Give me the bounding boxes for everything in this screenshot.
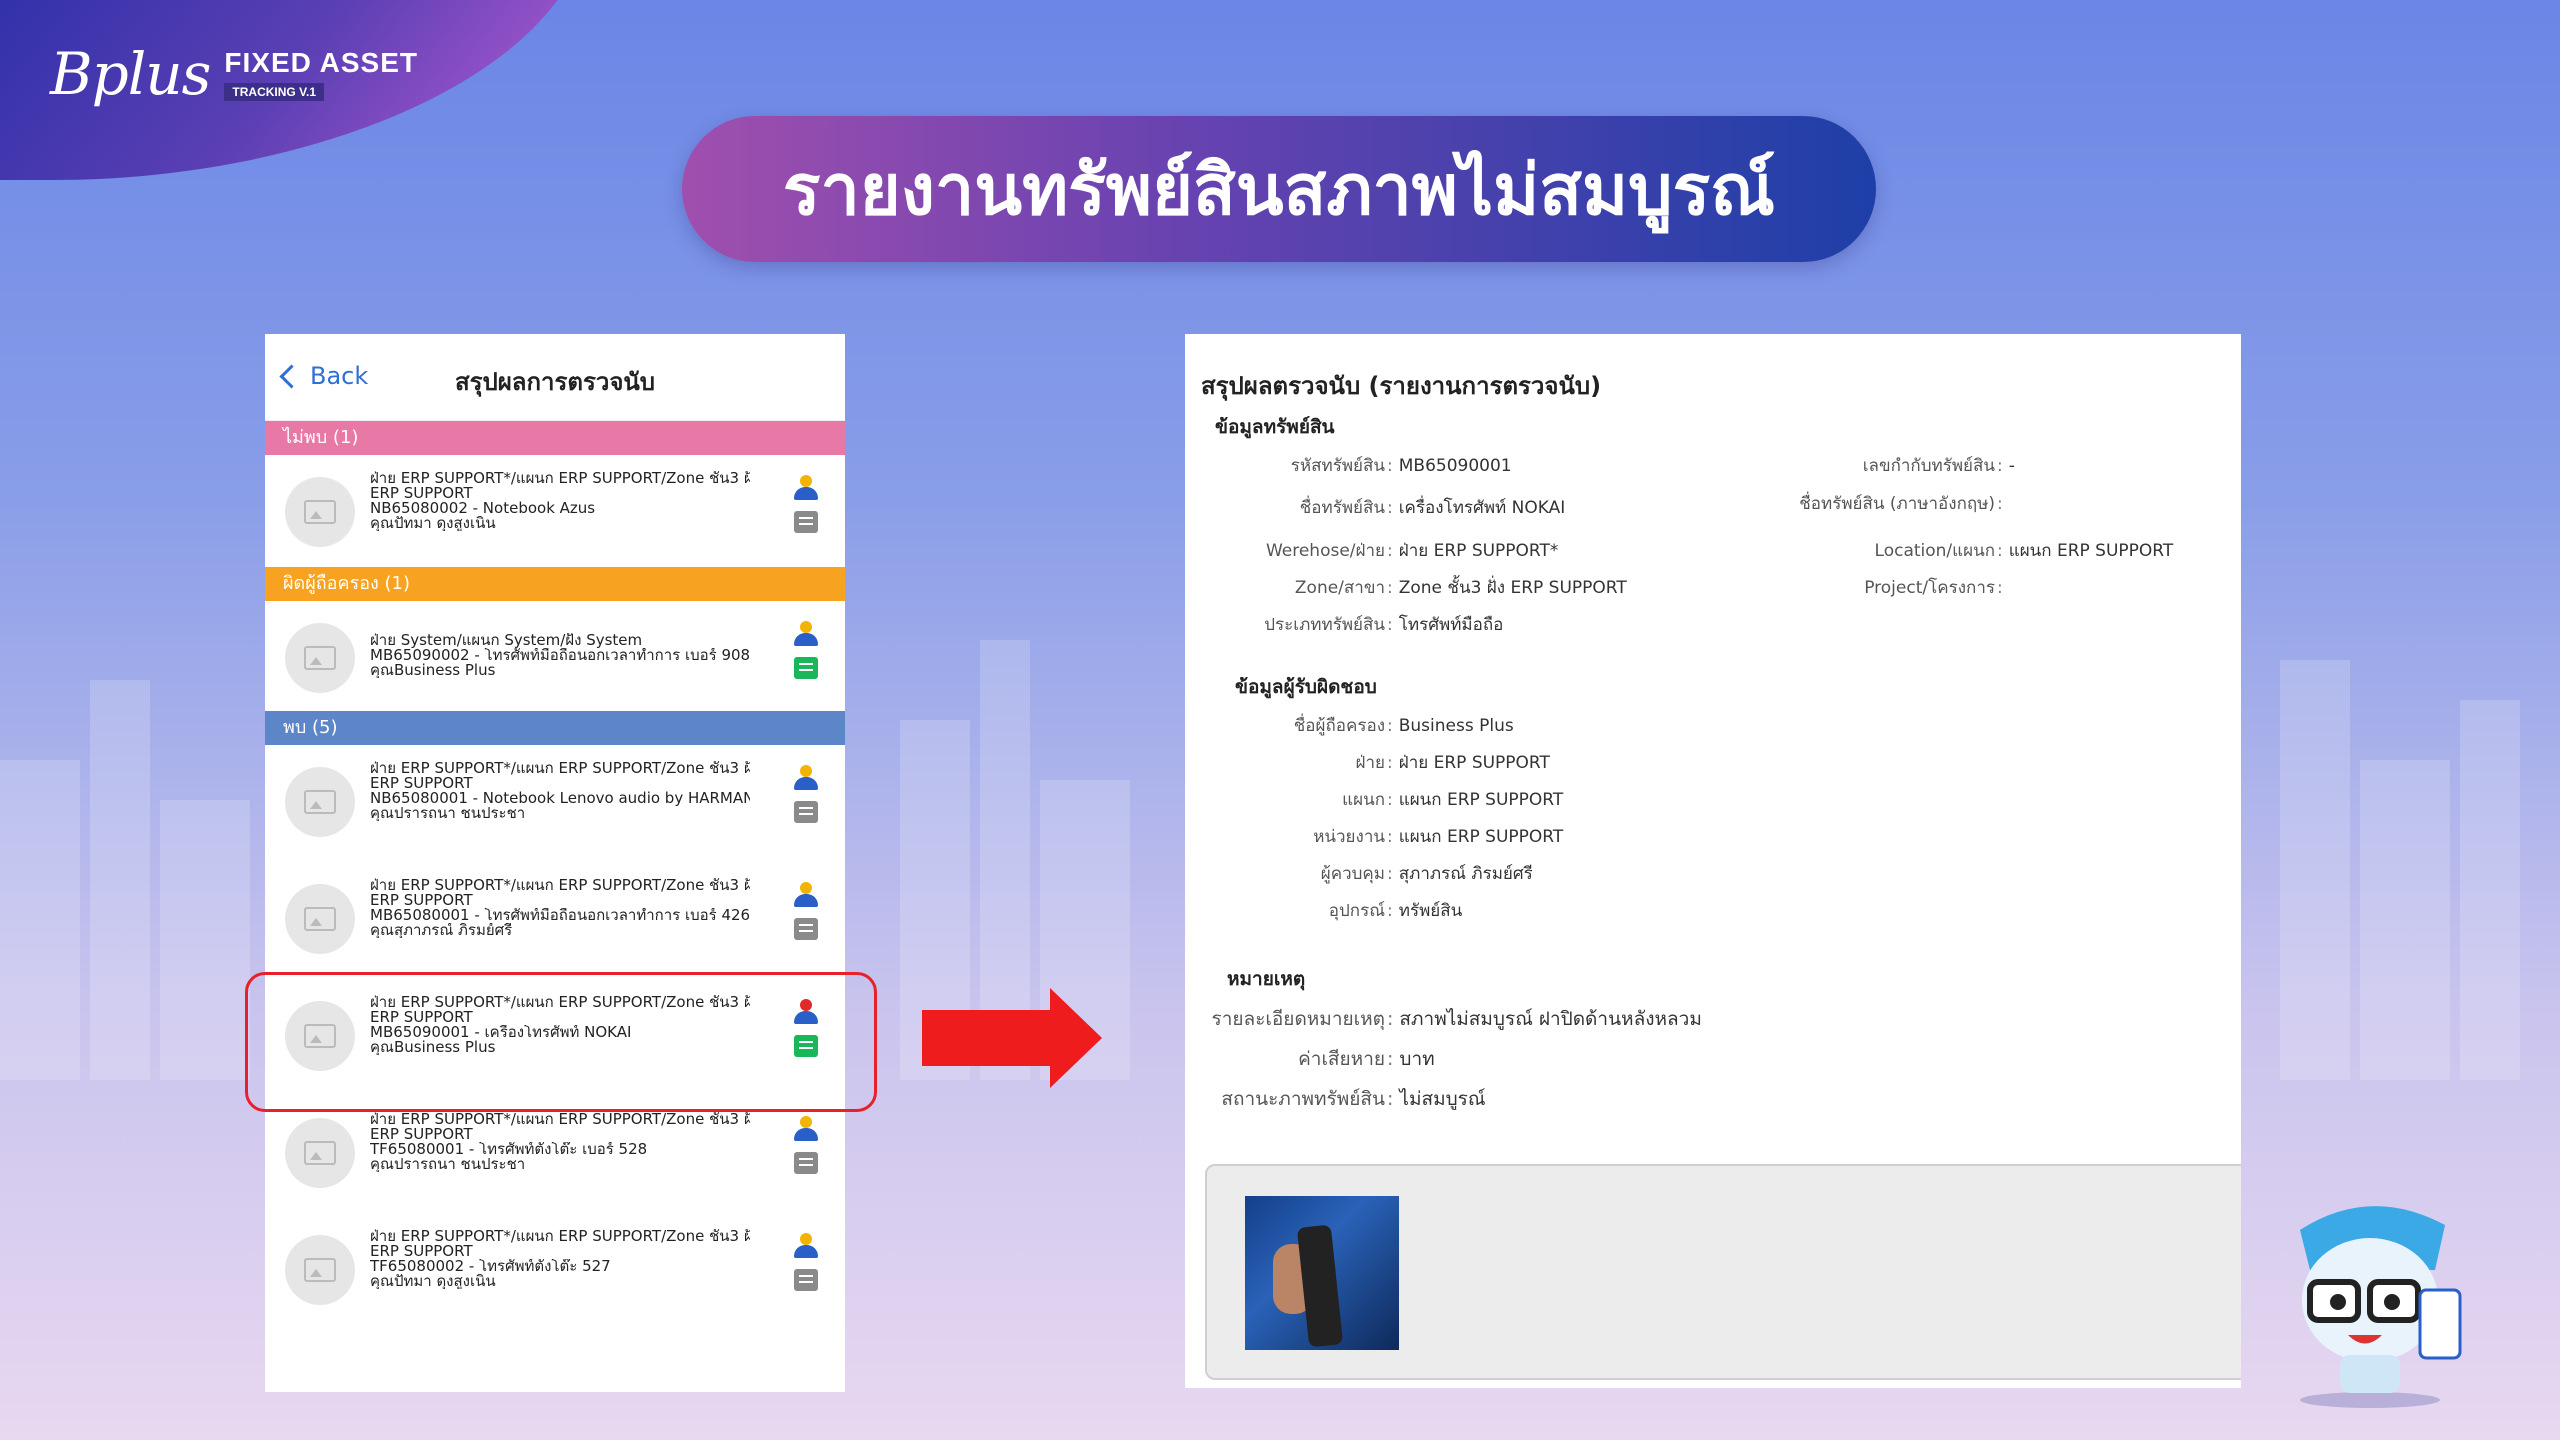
item-location-2: ERP SUPPORT	[370, 1127, 473, 1142]
list-item[interactable]: ฝ่าย ERP SUPPORT*/แผนก ERP SUPPORT/Zone …	[265, 1096, 845, 1213]
person-icon[interactable]	[793, 1116, 819, 1142]
list-item[interactable]: ฝ่าย ERP SUPPORT*/แผนก ERP SUPPORT/Zone …	[265, 862, 845, 979]
image-placeholder-icon	[304, 500, 336, 524]
note-section-title: หมายเหตุ	[1227, 968, 1306, 990]
image-placeholder-icon	[304, 790, 336, 814]
item-owner: คุณปรารถนา ชนประชา	[370, 806, 526, 821]
note-detail-row: รายละเอียดหมายเหตุ: สภาพไม่สมบูรณ์ ฝาปิดด…	[1211, 1008, 1702, 1030]
item-owner: คุณสุภาภรณ์ ภิรมย์ศรี	[370, 923, 513, 938]
message-icon[interactable]	[794, 511, 818, 533]
department-row: ฝ่าย: ฝ่าย ERP SUPPORT	[1355, 753, 1550, 773]
phone-header: Back สรุปผลการตรวจนับ	[265, 334, 845, 421]
detail-panel: สรุปผลตรวจนับ (รายงานการตรวจนับ) ข้อมูลท…	[1185, 334, 2241, 1388]
list-item[interactable]: ฝ่าย ERP SUPPORT*/แผนก ERP SUPPORT/Zone …	[265, 745, 845, 862]
asset-thumbnail	[285, 767, 355, 837]
list-item[interactable]: ฝ่าย ERP SUPPORT*/แผนก ERP SUPPORT/Zone …	[265, 455, 845, 567]
image-placeholder-icon	[304, 646, 336, 670]
selected-item-highlight	[245, 972, 877, 1112]
warehouse-row: Werehose/ฝ่าย: ฝ่าย ERP SUPPORT*	[1265, 541, 1559, 561]
brand-name: FIXED ASSET	[224, 47, 418, 78]
section-not-found[interactable]: ไม่พบ (1)	[265, 421, 845, 455]
asset-name-row: ชื่อทรัพย์สิน: เครื่องโทรศัพท์ NOKAI	[1299, 498, 1566, 518]
item-location: ฝ่าย ERP SUPPORT*/แผนก ERP SUPPORT/Zone …	[370, 471, 750, 486]
brand-logo: Bplus FIXED ASSET TRACKING V.1	[50, 40, 418, 108]
message-icon[interactable]	[794, 918, 818, 940]
item-asset: MB65090002 - โทรศัพท์มือถือนอกเวลาทำการ …	[370, 648, 750, 663]
phone-panel: Back สรุปผลการตรวจนับ ไม่พบ (1) ฝ่าย ERP…	[265, 334, 845, 1392]
message-icon[interactable]	[794, 801, 818, 823]
unit-row: หน่วยงาน: แผนก ERP SUPPORT	[1313, 827, 1564, 847]
asset-thumbnail	[285, 477, 355, 547]
brand-sub: TRACKING V.1	[224, 83, 324, 101]
right-arrow-icon	[922, 988, 1102, 1088]
asset-thumbnail	[285, 884, 355, 954]
mascot-illustration	[2300, 1206, 2462, 1408]
asset-name-en-row: ชื่อทรัพย์สิน (ภาษาอังกฤษ):	[1799, 494, 2003, 514]
item-owner: คุณปัทมา ดุงสูงเนิน	[370, 1274, 496, 1289]
controller-row: ผู้ควบคุม: สุภาภรณ์ ภิรมย์ศรี	[1320, 864, 1533, 884]
brand-script: Bplus	[50, 40, 211, 108]
item-location-2: ERP SUPPORT	[370, 486, 473, 501]
page-banner: รายงานทรัพย์สินสภาพไม่สมบูรณ์	[682, 116, 1876, 262]
photo-attachment-area	[1205, 1164, 2241, 1380]
asset-thumbnail	[285, 1235, 355, 1305]
item-location: ฝ่าย ERP SUPPORT*/แผนก ERP SUPPORT/Zone …	[370, 878, 750, 893]
item-owner: คุณปัทมา ดุงสูงเนิน	[370, 516, 496, 531]
phone-title: สรุปผลการตรวจนับ	[454, 368, 656, 396]
damage-row: ค่าเสียหาย: บาท	[1298, 1048, 1435, 1070]
detail-title: สรุปผลตรวจนับ (รายงานการตรวจนับ)	[1201, 372, 1602, 400]
person-icon[interactable]	[793, 882, 819, 908]
message-icon[interactable]	[794, 1269, 818, 1291]
division-row: แผนก: แผนก ERP SUPPORT	[1342, 790, 1564, 810]
item-location-2: ERP SUPPORT	[370, 893, 473, 908]
status-row: สถานะภาพทรัพย์สิน: ไม่สมบูรณ์	[1221, 1088, 1486, 1110]
section-wrong-holder[interactable]: ผิดผู้ถือครอง (1)	[265, 567, 845, 601]
item-owner: คุณBusiness Plus	[370, 663, 496, 678]
asset-section-title: ข้อมูลทรัพย์สิน	[1215, 416, 1335, 438]
item-location: ฝ่าย ERP SUPPORT*/แผนก ERP SUPPORT/Zone …	[370, 1112, 750, 1127]
item-location: ฝ่าย ERP SUPPORT*/แผนก ERP SUPPORT/Zone …	[370, 1229, 750, 1244]
list-item[interactable]: ฝ่าย ERP SUPPORT*/แผนก ERP SUPPORT/Zone …	[265, 1213, 845, 1330]
item-asset: NB65080001 - Notebook Lenovo audio by HA…	[370, 791, 750, 806]
image-placeholder-icon	[304, 1258, 336, 1282]
item-location-2: ERP SUPPORT	[370, 776, 473, 791]
image-placeholder-icon	[304, 907, 336, 931]
item-asset: MB65080001 - โทรศัพท์มือถือนอกเวลาทำการ …	[370, 908, 750, 923]
holder-row: ชื่อผู้ถือครอง: Business Plus	[1293, 716, 1514, 736]
section-found[interactable]: พบ (5)	[265, 711, 845, 745]
asset-type-row: ประเภททรัพย์สิน: โทรศัพท์มือถือ	[1264, 615, 1504, 635]
zone-row: Zone/สาขา: Zone ชั้น3 ฝั่ง ERP SUPPORT	[1294, 578, 1627, 598]
item-asset: TF65080002 - โทรศัพท์ตั้งโต๊ะ 527	[370, 1259, 611, 1274]
image-placeholder-icon	[304, 1141, 336, 1165]
item-location: ฝ่าย System/แผนก System/ฝั่ง System	[370, 633, 643, 648]
item-location-2: ERP SUPPORT	[370, 1244, 473, 1259]
equipment-row: อุปกรณ์: ทรัพย์สิน	[1328, 901, 1463, 921]
asset-photo[interactable]	[1245, 1196, 1399, 1350]
item-asset: NB65080002 - Notebook Azus	[370, 501, 596, 516]
project-row: Project/โครงการ:	[1864, 578, 2003, 598]
banner-title: รายงานทรัพย์สินสภาพไม่สมบูรณ์	[782, 148, 1776, 231]
message-icon[interactable]	[794, 1152, 818, 1174]
asset-code-row: รหัสทรัพย์สิน: MB65090001	[1290, 456, 1512, 476]
message-icon[interactable]	[794, 657, 818, 679]
asset-thumbnail	[285, 1118, 355, 1188]
location-row: Location/แผนก: แผนก ERP SUPPORT	[1874, 541, 2174, 561]
asset-tag-row: เลขกำกับทรัพย์สิน: -	[1862, 456, 2015, 476]
item-location: ฝ่าย ERP SUPPORT*/แผนก ERP SUPPORT/Zone …	[370, 761, 750, 776]
person-icon[interactable]	[793, 1233, 819, 1259]
person-icon[interactable]	[793, 475, 819, 501]
list-item[interactable]: ฝ่าย System/แผนก System/ฝั่ง System MB65…	[265, 601, 845, 711]
item-asset: TF65080001 - โทรศัพท์ตั้งโต๊ะ เบอร์ 528	[370, 1142, 648, 1157]
item-owner: คุณปรารถนา ชนประชา	[370, 1157, 526, 1172]
asset-thumbnail	[285, 623, 355, 693]
person-icon[interactable]	[793, 765, 819, 791]
owner-section-title: ข้อมูลผู้รับผิดชอบ	[1235, 676, 1377, 698]
person-icon[interactable]	[793, 621, 819, 647]
